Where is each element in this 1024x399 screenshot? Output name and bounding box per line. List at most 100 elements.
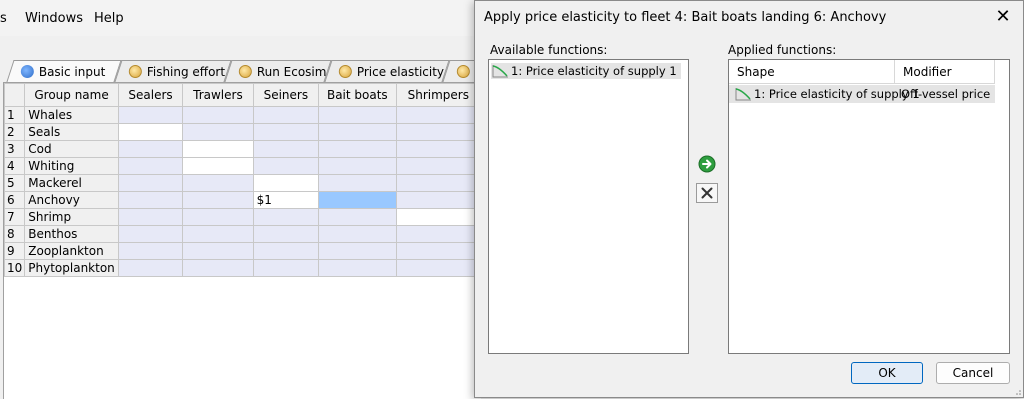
table-cell[interactable]: [117, 242, 184, 260]
table-cell[interactable]: [318, 225, 397, 243]
table-cell[interactable]: [117, 157, 184, 175]
table-cell[interactable]: [395, 225, 482, 243]
shape-curve-icon: [492, 65, 508, 78]
remove-function-button[interactable]: [696, 183, 718, 203]
table-cell[interactable]: [395, 259, 482, 277]
close-icon[interactable]: ✕: [993, 5, 1013, 29]
table-row: 7 Shrimp: [3, 208, 482, 226]
table-cell[interactable]: [318, 140, 397, 158]
add-function-button[interactable]: [696, 154, 718, 174]
tab-bar: Basic input Fishing effort Run Ecosim Pr…: [0, 56, 492, 82]
table-cell[interactable]: [117, 191, 184, 209]
available-functions-label: Available functions:: [490, 43, 608, 57]
column-header-modifier[interactable]: Modifier: [895, 60, 995, 84]
row-number: 2: [3, 123, 26, 141]
column-header: Group name: [24, 83, 119, 107]
table-cell[interactable]: [318, 123, 397, 141]
selected-cell[interactable]: [318, 191, 397, 209]
group-name-cell: Mackerel: [24, 174, 119, 192]
table-cell[interactable]: [117, 259, 184, 277]
arrow-right-icon: [698, 155, 716, 173]
table-cell[interactable]: [252, 174, 320, 192]
tab-run-ecosim[interactable]: Run Ecosim: [224, 60, 332, 82]
group-name-cell: Whales: [24, 106, 119, 124]
table-cell[interactable]: [182, 157, 254, 175]
table-cell[interactable]: [252, 225, 320, 243]
applied-row[interactable]: 1: Price elasticity of supply 1 Off-vess…: [729, 85, 995, 103]
table-cell[interactable]: [182, 123, 254, 141]
ok-button[interactable]: OK: [851, 362, 923, 384]
row-number: 1: [3, 106, 26, 124]
table-cell[interactable]: [252, 106, 320, 124]
cancel-button[interactable]: Cancel: [936, 362, 1010, 384]
table-cell[interactable]: [117, 140, 184, 158]
table-cell[interactable]: [252, 242, 320, 260]
tab-basic-input[interactable]: Basic input: [6, 60, 122, 82]
table-row: 8 Benthos: [3, 225, 482, 243]
table-cell[interactable]: [252, 208, 320, 226]
table-cell[interactable]: [117, 225, 184, 243]
group-name-cell: Seals: [24, 123, 119, 141]
table-cell[interactable]: [395, 140, 482, 158]
menu-item-s[interactable]: s: [0, 11, 7, 26]
tab-price-elasticity[interactable]: Price elasticity: [324, 60, 450, 82]
tab-label: Run Ecosim: [256, 64, 327, 79]
applied-modifier-cell[interactable]: Off-vessel price: [897, 87, 990, 101]
table-cell[interactable]: [117, 208, 184, 226]
table-row: 10 Phytoplankton: [3, 259, 482, 277]
fish-icon: [338, 65, 352, 78]
table-cell[interactable]: [182, 242, 254, 260]
table-cell[interactable]: [182, 191, 254, 209]
column-header-shape[interactable]: Shape: [729, 60, 895, 84]
table-cell[interactable]: [395, 157, 482, 175]
applied-functions-list[interactable]: Shape Modifier 1: Price elasticity of su…: [728, 59, 1010, 354]
toolbar-strip: [0, 36, 480, 56]
shape-curve-icon: [735, 88, 751, 101]
group-name-cell: Shrimp: [24, 208, 119, 226]
table-cell[interactable]: [252, 140, 320, 158]
fish-icon: [238, 65, 252, 78]
row-number: 5: [3, 174, 26, 192]
table-cell[interactable]: [318, 157, 397, 175]
table-cell[interactable]: [318, 208, 397, 226]
applied-shape-cell: 1: Price elasticity of supply 1: [754, 87, 920, 101]
delete-x-icon: [701, 187, 713, 199]
resize-grip-icon[interactable]: [1013, 387, 1021, 395]
table-cell[interactable]: [182, 174, 254, 192]
table-cell[interactable]: [117, 106, 184, 124]
menu-item-windows[interactable]: Windows: [25, 11, 83, 26]
seiners-anchovy-cell[interactable]: $1: [252, 191, 320, 209]
apply-price-elasticity-dialog: Apply price elasticity to fleet 4: Bait …: [474, 0, 1024, 398]
table-cell[interactable]: [182, 208, 254, 226]
table-cell[interactable]: [182, 106, 254, 124]
table-cell[interactable]: [252, 259, 320, 277]
table-cell[interactable]: [252, 123, 320, 141]
table-cell[interactable]: [182, 259, 254, 277]
table-cell[interactable]: [395, 174, 482, 192]
table-cell[interactable]: [117, 123, 184, 141]
list-item[interactable]: 1: Price elasticity of supply 1: [491, 63, 681, 79]
available-functions-list[interactable]: 1: Price elasticity of supply 1: [488, 59, 689, 354]
table-cell[interactable]: [252, 157, 320, 175]
menu-item-help[interactable]: Help: [94, 11, 124, 26]
table-cell[interactable]: [318, 174, 397, 192]
row-number: 3: [3, 140, 26, 158]
table-cell[interactable]: [182, 225, 254, 243]
table-cell[interactable]: [395, 106, 482, 124]
table-cell[interactable]: [395, 123, 482, 141]
table-cell[interactable]: [395, 242, 482, 260]
table-cell[interactable]: [318, 259, 397, 277]
data-grid: Group name Sealers Trawlers Seiners Bait…: [3, 82, 482, 399]
fish-icon: [128, 65, 142, 78]
tab-label: Fishing effort: [146, 64, 226, 79]
table-cell[interactable]: [182, 140, 254, 158]
table-cell[interactable]: [395, 208, 482, 226]
applied-functions-label: Applied functions:: [728, 43, 837, 57]
table-cell[interactable]: [395, 191, 482, 209]
table-cell[interactable]: [117, 174, 184, 192]
table-cell[interactable]: [318, 106, 397, 124]
globe-icon: [20, 65, 34, 78]
table-cell[interactable]: [318, 242, 397, 260]
row-number: 8: [3, 225, 26, 243]
tab-fishing-effort[interactable]: Fishing effort: [114, 60, 232, 82]
